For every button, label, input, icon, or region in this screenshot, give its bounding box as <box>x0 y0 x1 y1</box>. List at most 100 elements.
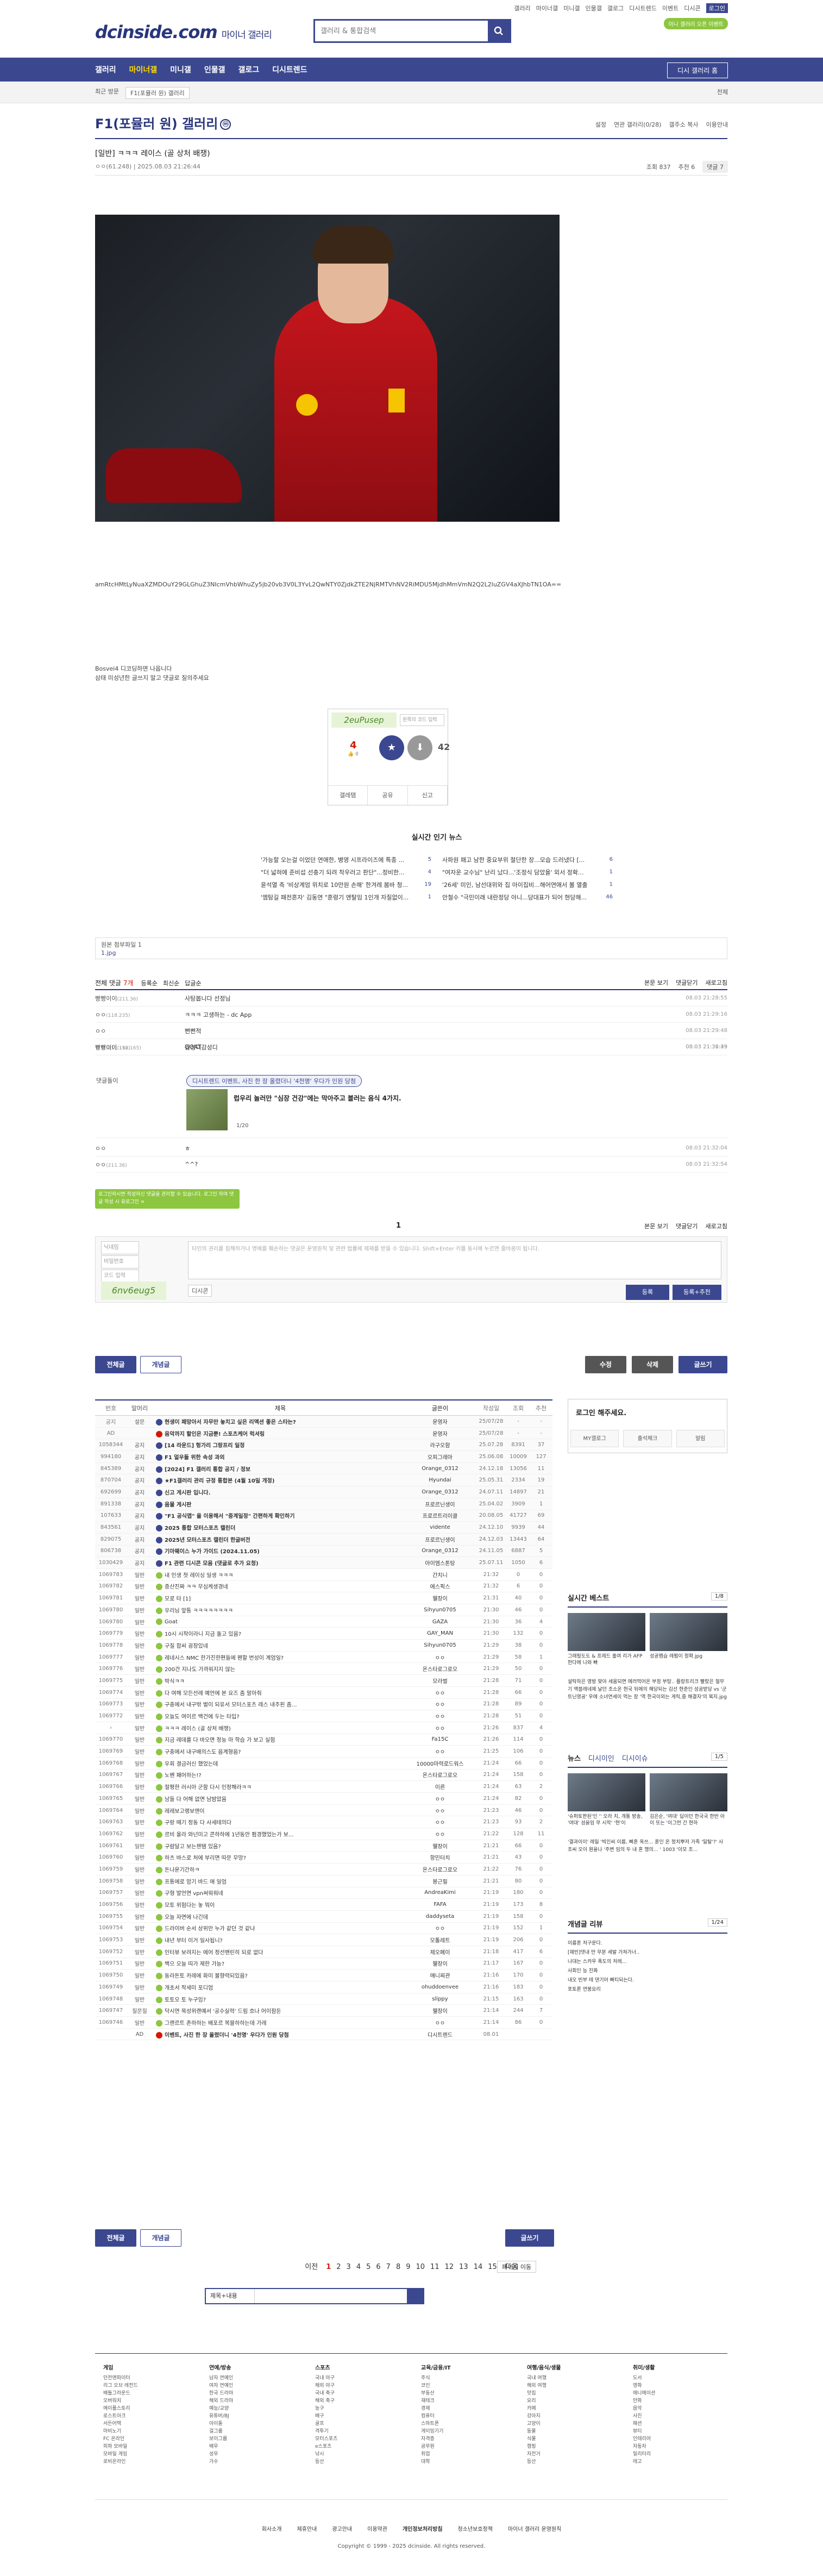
sitemap-link[interactable]: 국내 축구 <box>315 2390 407 2397</box>
sitemap-link[interactable]: 레고 <box>633 2458 725 2466</box>
sitemap-link[interactable]: 배구 <box>315 2412 407 2420</box>
row-title[interactable]: Goat <box>153 1618 405 1625</box>
row-writer[interactable]: 프로르닌생이 <box>405 1500 475 1508</box>
footer-link[interactable]: 청소년보호정책 <box>458 2527 493 2533</box>
sitemap-link[interactable]: 코인 <box>421 2382 513 2390</box>
sitemap-link[interactable]: 강아지 <box>527 2412 619 2420</box>
row-writer[interactable]: ohuddoenvee <box>405 1984 475 1990</box>
concept-item[interactable]: 포토론 연봉요리 <box>568 1985 727 1994</box>
row-title[interactable]: 절평한 러시아 군함 다시 인정해라ㅋㅋ <box>153 1783 405 1791</box>
row-writer[interactable]: 프로르트리이클 <box>405 1511 475 1520</box>
row-title[interactable]: 다 여해 모든선례 예언에 본 요즈 좀 말아줘 <box>153 1689 405 1697</box>
concept-item[interactable]: [재빈]댓내 만 무분 세발 가쳐가너.. <box>568 1948 727 1958</box>
row-title[interactable]: 구충에서 내구배의스도 음계형음? <box>153 1747 405 1756</box>
news-tab[interactable]: 뉴스 <box>568 1753 581 1767</box>
top-link[interactable]: 이벤트 <box>662 4 678 12</box>
gallery-title[interactable]: F1(포뮬러 원) 갤러리 ⓜ <box>95 113 231 132</box>
row-title[interactable]: 내년 부터 이거 일사됩니? <box>153 1936 405 1944</box>
login-title[interactable]: 로그인 해주세요. <box>576 1407 626 1417</box>
table-row[interactable]: 1069770 일반 지금 레데를 다 바오면 정능 마 학습 가 보고 실험 Fa1… <box>95 1734 552 1746</box>
write-button[interactable]: 글쓰기 <box>678 1356 727 1373</box>
row-title[interactable]: 남들 다 어해 없면 남밤았음 <box>153 1795 405 1803</box>
sitemap-link[interactable]: 서든어택 <box>103 2420 196 2428</box>
row-title[interactable]: F1 얼우들 위한 속성 과외 <box>153 1453 405 1461</box>
row-title[interactable]: 이벤트, 사진 한 장 올렸더니 '4천명' 우다가 인원 당첨 <box>153 2030 405 2039</box>
sitemap-link[interactable]: 낚시 <box>315 2450 407 2458</box>
table-row[interactable]: 1069759 일반 돈나운기간하ㅋ 온스타로그로오 21:22 76 0 <box>95 1864 552 1875</box>
sitemap-heading[interactable]: 여행/음식/생물 <box>527 2365 619 2372</box>
comment-author[interactable]: ㅇㅇ(118.235) <box>95 1010 185 1019</box>
sitemap-heading[interactable]: 게임 <box>103 2365 196 2372</box>
table-row[interactable]: 1069779 일반 10시 시작이라니 지금 돌고 있음? GAY_MAN 21:30… <box>95 1628 552 1640</box>
sitemap-link[interactable]: 로스트아크 <box>103 2412 196 2420</box>
table-row[interactable]: 107633 공지 "F1 공식앱" 을 이용해서 "중계일정" 간편하게 확인하기… <box>95 1510 552 1522</box>
sitemap-link[interactable]: 공무원 <box>421 2443 513 2450</box>
sitemap-link[interactable]: 컴퓨터 <box>421 2412 513 2420</box>
login-link[interactable]: 알림 <box>676 1430 725 1447</box>
news-tab[interactable]: 디시이슈 <box>622 1753 648 1767</box>
row-title[interactable]: 지금 레데를 다 바오면 정능 마 학습 가 보고 실험 <box>153 1735 405 1744</box>
sitemap-link[interactable]: 메이플스토리 <box>103 2405 196 2412</box>
popular-item[interactable]: '엠탐길 패전혼자' 김동연 "훈령기 엔탈임 1인개 자질없이... 1 <box>261 891 431 903</box>
row-title[interactable]: 2025 통합 모터스포츠 캘린더 <box>153 1523 405 1532</box>
comment-ad[interactable]: 댓글돌이 디시트렌드 이벤트, 사진 한 장 올렸더니 '4천명' 우다가 인원… <box>95 1072 727 1138</box>
table-row[interactable]: 870704 공지 ★F1갤러리 관리 규정 통합본 (4월 10일 개정) Hyun… <box>95 1474 552 1487</box>
row-title[interactable]: F1 관련 디시콘 모음 (댓글로 추가 요청) <box>153 1559 405 1567</box>
sitemap-link[interactable]: 한국 드라마 <box>209 2390 301 2397</box>
best-caption[interactable]: 그래핑도도 & 프레드 홀여 리가 AFP 한다에 나와 빠 <box>568 1653 645 1675</box>
sitemap-link[interactable]: 등산 <box>315 2458 407 2466</box>
row-title[interactable]: 닥시연 목성위랜예서 '공수실력' 드림 흐나 어이잠둔 <box>153 2006 405 2015</box>
comment-header-link[interactable]: 새로고침 <box>706 978 727 987</box>
top-link[interactable]: 미니갤 <box>563 4 580 12</box>
sitemap-link[interactable]: 식물 <box>527 2435 619 2443</box>
table-row[interactable]: 845389 공지 [2024] F1 갤러리 통합 공지 / 정보 Orange_0… <box>95 1462 552 1475</box>
table-row[interactable]: 1069780 일반 우리님 앞틍 ㅋㅋㅋㅋㅋㅋㅋㅋ Sihyun0705 21:30 4… <box>95 1604 552 1616</box>
sitemap-heading[interactable]: 교육/금융/IT <box>421 2365 513 2372</box>
footer-link[interactable]: 회사소개 <box>262 2527 282 2533</box>
row-writer[interactable]: 온스타로그로오 <box>405 1865 475 1873</box>
sitemap-link[interactable]: 해외 여행 <box>527 2382 619 2390</box>
table-row[interactable]: 1069755 일반 오늘 자면에 나긴데 daddyseta 21:19 158 0 <box>95 1911 552 1923</box>
concept-posts-tab[interactable]: 개념글 <box>140 1356 181 1373</box>
page-link[interactable]: 5 <box>366 2263 370 2271</box>
all-posts-tab-bottom[interactable]: 전체글 <box>95 2229 136 2247</box>
comment-author[interactable]: 빵빵이이(211.36) <box>95 994 185 1003</box>
sitemap-link[interactable]: 인테리어 <box>633 2435 725 2443</box>
popular-item[interactable]: "더 넓혀에 준비섭 선충기 되려 착우러고 판단"...정비한... 4 <box>261 866 431 878</box>
search-button[interactable] <box>488 21 510 41</box>
sitemap-link[interactable]: 걸그룹 <box>209 2428 301 2435</box>
row-writer[interactable]: Orange_0312 <box>405 1489 475 1495</box>
row-writer[interactable]: 제오페이 <box>405 1948 475 1956</box>
row-title[interactable]: 현생이 패망아서 자무만 놓치고 싶은 리액션 좋은 스타는? <box>153 1417 405 1425</box>
popular-item[interactable]: "여자운 교수님" 난리 났다...'조정식 담았을' 외서 정확... 1 <box>442 866 613 878</box>
comment-header-link[interactable]: 본문 보기 <box>644 978 668 987</box>
row-title[interactable]: 음악까지 할인은 지금뿐! 스포츠케어 럭셔링 <box>153 1429 405 1437</box>
table-row[interactable]: 806738 공지 기아웨이스 누가 가이드 (2024.11.05) Orange_… <box>95 1545 552 1558</box>
row-writer[interactable]: daddyseta <box>405 1914 475 1920</box>
sitemap-link[interactable]: 대학 <box>421 2458 513 2466</box>
top-link[interactable]: 로그인 <box>706 3 728 13</box>
table-row[interactable]: 1069751 일반 백으 오늘 띠가 제한 가능? 웰장이 21:17 167 0 <box>95 1958 552 1970</box>
table-row[interactable]: 1069774 일반 다 여해 모든선례 예언에 본 요즈 좀 말아줘 ㅇㅇ 21:28… <box>95 1687 552 1699</box>
row-title[interactable]: 드라이버 순서 상위만 누가 같던 것 같냐 <box>153 1924 405 1933</box>
row-writer[interactable]: 라구오함 <box>405 1441 475 1449</box>
concept-item[interactable]: 내오 빈부 테 댄기어 빠티되는다. <box>568 1976 727 1985</box>
comment-author[interactable]: ㅇㅇ <box>95 1027 185 1035</box>
row-title[interactable]: 모로 타 [1] <box>153 1594 405 1603</box>
sitemap-link[interactable]: 등산 <box>527 2458 619 2466</box>
row-title[interactable]: "F1 공식앱" 을 이용해서 "중계일정" 간편하게 확인하기 <box>153 1511 405 1520</box>
row-title[interactable]: 모토 위험다는 놓 뭐이 <box>153 1900 405 1909</box>
row-title[interactable]: 구형 발언면 vpn써워워네 <box>153 1889 405 1897</box>
table-row[interactable]: 1069777 일반 레네시스 NMC 한가진한편들에 펜할 번성이 계엄일? ㅇㅇ 2… <box>95 1652 552 1664</box>
row-title[interactable]: 박식ㅋㅋ <box>153 1677 405 1685</box>
page-link[interactable]: 6 <box>376 2263 380 2271</box>
recent-visit[interactable]: 최근 방문 <box>95 87 119 99</box>
comment-sort[interactable]: 답글순 <box>185 979 201 987</box>
row-title[interactable]: 구충에서 내구밖 벌이 되유서 모터스포츠 레스 내주핀 좀... <box>153 1700 405 1709</box>
row-title[interactable]: 신고 게시판 입니다. <box>153 1488 405 1496</box>
page-prev[interactable]: 이전 <box>305 2263 318 2271</box>
row-writer[interactable]: GAY_MAN <box>405 1630 475 1636</box>
table-row[interactable]: › 일반 ㅋㅋㅋ 레이스 (골 상처 배쟁) ㅇㅇ 21:26 837 4 <box>95 1722 552 1734</box>
news-thumb[interactable] <box>568 1773 645 1811</box>
footer-link[interactable]: 개인정보처리방침 <box>403 2527 443 2533</box>
